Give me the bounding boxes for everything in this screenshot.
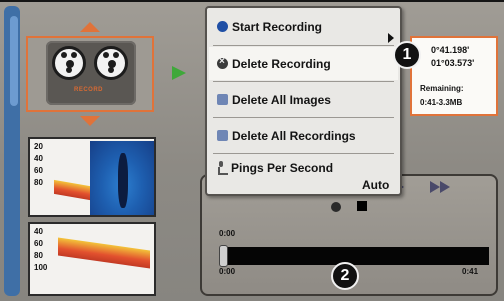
callout-marker-1: 1	[393, 41, 421, 69]
depth-label: 40	[34, 227, 43, 236]
depth-label: 60	[34, 166, 43, 175]
sonar-bottom-band	[58, 237, 150, 269]
depth-label: 80	[34, 178, 43, 187]
sonar-bottom-band	[54, 179, 90, 201]
depth-scale: 20 40 60 80	[34, 141, 56, 189]
longitude: 01°03.573'	[431, 58, 475, 68]
pings-icon	[217, 161, 228, 175]
menu-item-delete-all-images[interactable]: Delete All Images	[209, 83, 398, 116]
reel-right-icon	[94, 46, 128, 80]
device-screen: RECORD 20 40 60 80 40 60 80 100 0°41.198…	[0, 0, 504, 301]
menu-divider	[213, 117, 394, 118]
scroll-up-arrow-icon[interactable]	[80, 22, 100, 32]
menu-item-delete-all-recordings[interactable]: Delete All Recordings	[209, 119, 398, 152]
playback-progress-track[interactable]	[221, 247, 489, 265]
menu-item-delete-recording[interactable]: Delete Recording	[209, 47, 398, 80]
depth-scale: 40 60 80 100	[34, 226, 56, 274]
depth-label: 20	[34, 142, 43, 151]
scrollbar[interactable]	[4, 6, 20, 296]
time-start: 0:00	[219, 267, 236, 276]
depth-label: 60	[34, 239, 43, 248]
remaining-label: Remaining:	[420, 84, 464, 93]
recording-info-box: 0°41.198' 01°03.573' Remaining: 0:41-3.3…	[410, 36, 498, 116]
menu-item-label: Delete All Images	[232, 92, 331, 107]
reel-left-icon	[52, 46, 86, 80]
menu-item-label: Start Recording	[232, 19, 323, 34]
menu-divider	[213, 81, 394, 82]
image-icon	[217, 94, 228, 105]
menu-item-start-recording[interactable]: Start Recording	[209, 10, 398, 43]
depth-label: 40	[34, 154, 43, 163]
menu-item-label: Delete Recording	[232, 56, 331, 71]
depth-label: 100	[34, 263, 48, 272]
latitude: 0°41.198'	[431, 45, 470, 55]
down-imaging-view	[90, 141, 154, 215]
sonar-thumbnail-1[interactable]: 20 40 60 80	[28, 137, 156, 217]
delete-icon	[217, 56, 228, 69]
menu-divider	[213, 153, 394, 154]
time-end: 0:41	[462, 267, 479, 276]
deck-label: RECORD	[74, 87, 104, 93]
current-time: 0:00	[219, 229, 236, 238]
select-arrow-icon	[172, 66, 186, 80]
record-icon[interactable]	[331, 202, 341, 212]
callout-marker-2: 2	[331, 262, 359, 290]
recording-menu: Start Recording Delete Recording Delete …	[205, 6, 402, 196]
record-dot-icon	[217, 21, 228, 32]
menu-divider	[213, 45, 394, 46]
submenu-chevron-icon[interactable]	[388, 33, 394, 43]
stop-icon[interactable]	[357, 201, 367, 211]
scroll-down-arrow-icon[interactable]	[80, 116, 100, 126]
sonar-thumbnail-2[interactable]: 40 60 80 100	[28, 222, 156, 296]
depth-label: 80	[34, 251, 43, 260]
menu-item-label: Pings Per Second	[231, 161, 334, 175]
menu-item-label: Delete All Recordings	[232, 128, 356, 143]
scrollbar-thumb[interactable]	[10, 16, 18, 106]
remaining-value: 0:41-3.3MB	[420, 98, 463, 107]
recording-icon	[217, 130, 228, 141]
playback-scrubber-handle[interactable]	[219, 245, 228, 267]
tape-recorder-icon[interactable]: RECORD	[46, 41, 136, 105]
pings-per-second-value[interactable]: Auto	[362, 178, 389, 192]
fast-forward-icon[interactable]	[430, 181, 460, 193]
